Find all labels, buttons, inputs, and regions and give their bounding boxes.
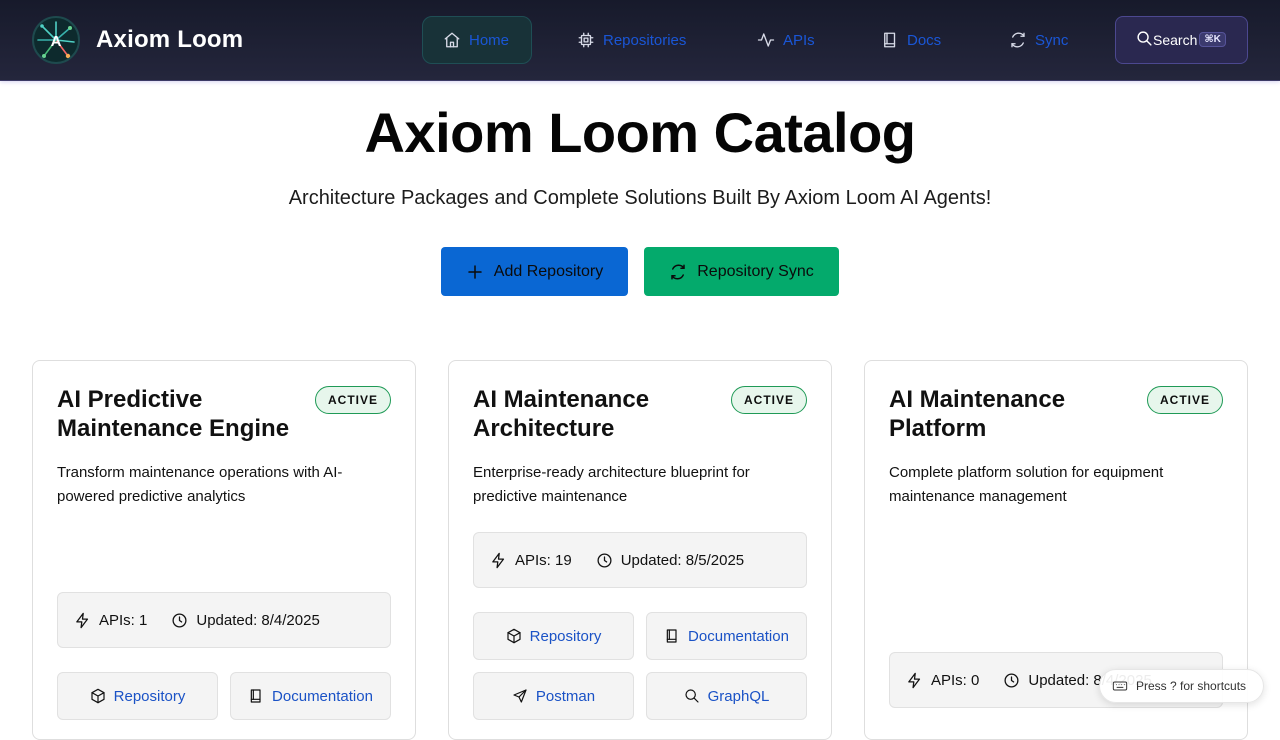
api-count: APIs: 19: [490, 552, 572, 569]
keyboard-shortcuts-hint[interactable]: Press ? for shortcuts: [1099, 669, 1264, 703]
clock-icon: [172, 612, 187, 628]
repository-sync-button[interactable]: Repository Sync: [644, 247, 839, 296]
book-icon: [884, 32, 896, 48]
nav-repositories-label: Repositories: [603, 31, 687, 49]
search-button[interactable]: Search ⌘K: [1115, 16, 1248, 64]
card-title: AI Predictive Maintenance Engine: [57, 386, 290, 442]
brand[interactable]: A Axiom Loom: [32, 16, 243, 64]
updated-date-text: Updated: 8/5/2025: [620, 551, 745, 569]
chip-icon: [578, 32, 594, 48]
brand-name: Axiom Loom: [96, 26, 244, 53]
nav-sync[interactable]: Sync: [989, 16, 1088, 64]
card-meta: APIs: 1 Updated: 8/4/2025: [57, 592, 391, 648]
nav-docs[interactable]: Docs: [861, 16, 961, 64]
repository-link-label: Repository: [529, 627, 602, 645]
repository-link-label: Repository: [113, 687, 186, 705]
card-title: AI Maintenance Platform: [889, 386, 1066, 442]
graphql-link-label: GraphQL: [707, 687, 770, 705]
repository-link-button[interactable]: Repository: [57, 672, 218, 720]
nav-docs-label: Docs: [907, 31, 942, 49]
clock-icon: [597, 552, 612, 568]
book-icon: [250, 689, 261, 703]
api-count-text: APIs: 19: [515, 551, 572, 569]
updated-date: Updated: 8/5/2025: [596, 552, 744, 569]
documentation-link-button[interactable]: Documentation: [230, 672, 391, 720]
card-title: AI Maintenance Architecture: [473, 386, 650, 442]
api-count-text: APIs: 0: [931, 671, 980, 689]
postman-link-label: Postman: [535, 687, 596, 705]
documentation-link-button[interactable]: Documentation: [646, 612, 807, 660]
zap-icon: [76, 612, 89, 628]
add-repository-button[interactable]: Add Repository: [441, 247, 628, 296]
postman-link-button[interactable]: Postman: [473, 672, 634, 720]
package-icon: [507, 628, 521, 644]
documentation-link-label: Documentation: [272, 687, 373, 705]
card-description: Transform maintenance operations with AI…: [57, 464, 343, 505]
updated-date-text: Updated: 8/4/2025: [196, 611, 320, 629]
repository-link-button[interactable]: Repository: [473, 612, 634, 660]
card-description: Enterprise-ready architecture blueprint …: [473, 464, 750, 505]
card-meta: APIs: 19 Updated: 8/5/2025: [473, 532, 807, 588]
status-badge: ACTIVE: [730, 386, 807, 414]
refresh-icon: [671, 263, 685, 280]
api-count: APIs: 1: [74, 612, 147, 629]
api-count-text: APIs: 1: [99, 611, 148, 629]
status-badge: ACTIVE: [314, 386, 391, 414]
nav-apis[interactable]: APIs: [737, 16, 835, 64]
status-badge: ACTIVE: [1146, 386, 1223, 414]
nav-apis-label: APIs: [783, 31, 815, 49]
page-title: Axiom Loom Catalog: [364, 101, 916, 164]
refresh-icon: [1011, 32, 1025, 48]
nav-home[interactable]: Home: [422, 16, 532, 64]
card-description: Complete platform solution for equipment…: [889, 464, 1164, 505]
search-icon: [685, 689, 699, 703]
svg-text:A: A: [51, 33, 62, 50]
home-icon: [444, 32, 460, 48]
package-icon: [91, 688, 105, 704]
clock-icon: [1004, 672, 1019, 688]
axiom-loom-logo-icon: A: [32, 16, 80, 64]
activity-icon: [757, 33, 775, 47]
nav-repositories[interactable]: Repositories: [557, 16, 706, 64]
top-navigation-bar: A Axiom Loom Home Repositories APIs Docs…: [0, 0, 1280, 81]
search-shortcut-badge: ⌘K: [1199, 32, 1226, 47]
graphql-link-button[interactable]: GraphQL: [646, 672, 807, 720]
send-icon: [513, 689, 527, 703]
book-icon: [666, 629, 677, 643]
nav-home-label: Home: [469, 31, 510, 49]
documentation-link-label: Documentation: [688, 627, 789, 645]
page-subtitle: Architecture Packages and Complete Solut…: [288, 187, 992, 209]
updated-date: Updated: 8/4/2025: [171, 611, 320, 629]
search-icon: [1137, 31, 1152, 46]
api-count: APIs: 0: [906, 672, 979, 689]
keyboard-icon: [1112, 681, 1128, 691]
search-label: Search: [1153, 32, 1198, 48]
add-repository-label: Add Repository: [493, 262, 604, 280]
zap-icon: [492, 552, 505, 568]
zap-icon: [908, 672, 921, 688]
keyboard-shortcuts-hint-text: Press ? for shortcuts: [1136, 679, 1247, 693]
plus-icon: [468, 264, 482, 279]
nav-sync-label: Sync: [1035, 31, 1069, 49]
repository-card[interactable]: AI Predictive Maintenance Engine ACTIVE …: [32, 360, 416, 740]
repository-card[interactable]: AI Maintenance Architecture ACTIVE Enter…: [448, 360, 832, 740]
repository-sync-label: Repository Sync: [697, 262, 814, 280]
